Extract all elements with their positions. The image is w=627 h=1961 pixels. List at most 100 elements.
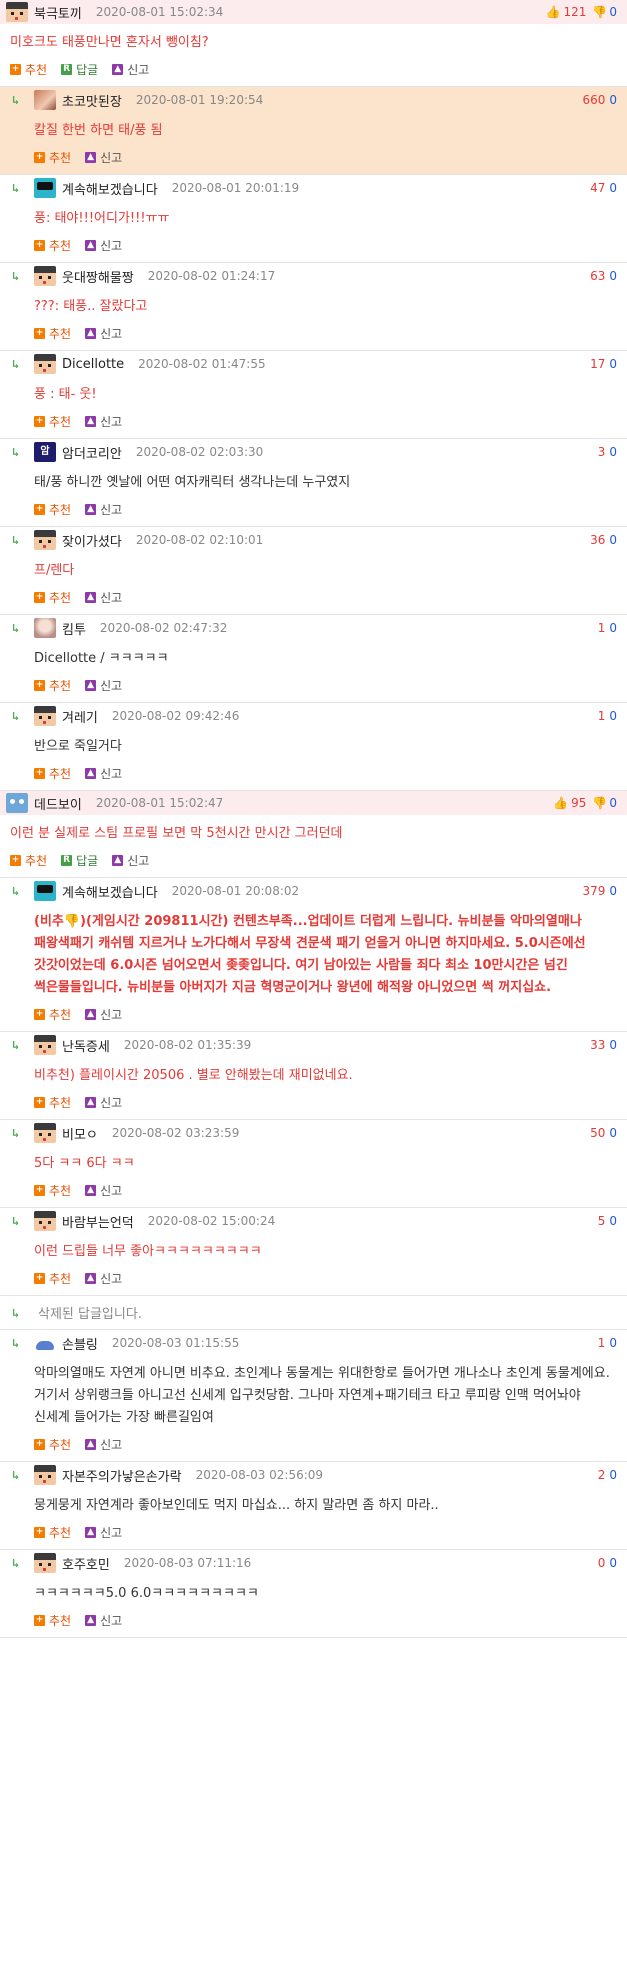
- nickname[interactable]: 잦이가셨다: [62, 531, 122, 550]
- recommend-button[interactable]: + 추천: [34, 677, 71, 694]
- action-label: 신고: [100, 238, 123, 253]
- reply-comment: ↳ Dicellotte 2020-08-02 01:47:55 17 0 풍 : 태- …: [0, 351, 627, 439]
- recommend-button[interactable]: + 추천: [34, 589, 71, 606]
- pixel-avatar[interactable]: [34, 266, 56, 286]
- reply-button[interactable]: R 답글: [61, 852, 98, 869]
- report-button[interactable]: ▲ 신고: [85, 765, 122, 782]
- report-button[interactable]: ▲ 신고: [85, 1436, 122, 1453]
- thumbs-up-icon[interactable]: 👍: [546, 5, 561, 19]
- nickname[interactable]: 웃대짱해물짱: [62, 267, 134, 286]
- pixel-avatar[interactable]: [34, 530, 56, 550]
- nickname[interactable]: 난독증세: [62, 1036, 110, 1055]
- nickname[interactable]: 비모ㅇ: [62, 1124, 98, 1143]
- report-button[interactable]: ▲ 신고: [85, 589, 122, 606]
- nickname[interactable]: 바람부는언덕: [62, 1212, 134, 1231]
- recommend-button[interactable]: + 추천: [34, 1270, 71, 1287]
- timestamp: 2020-08-02 02:47:32: [99, 621, 228, 635]
- downvote-count: 0: [609, 181, 617, 195]
- nickname[interactable]: 계속해보겠습니다: [62, 179, 158, 198]
- report-button[interactable]: ▲ 신고: [85, 1270, 122, 1287]
- nickname[interactable]: 암더코리안: [62, 443, 122, 462]
- report-button[interactable]: ▲ 신고: [85, 413, 122, 430]
- report-button[interactable]: ▲ 신고: [85, 1524, 122, 1541]
- reply-arrow-icon: ↳: [12, 1468, 20, 1482]
- recommend-button[interactable]: + 추천: [34, 1524, 71, 1541]
- pixel-avatar[interactable]: [34, 1553, 56, 1573]
- pixel-avatar[interactable]: [34, 1465, 56, 1485]
- reply-arrow-icon: ↳: [12, 709, 20, 723]
- upvote-count: 36: [590, 533, 606, 547]
- lady-avatar[interactable]: [34, 618, 56, 638]
- pixel-avatar[interactable]: [6, 2, 28, 22]
- dark-avatar[interactable]: 암: [34, 442, 56, 462]
- pixel-avatar[interactable]: [34, 354, 56, 374]
- report-button[interactable]: ▲ 신고: [85, 1612, 122, 1629]
- plus-icon: +: [34, 1008, 45, 1020]
- thumbs-up-icon[interactable]: 👍: [553, 796, 568, 810]
- report-button[interactable]: ▲ 신고: [85, 237, 122, 254]
- report-button[interactable]: ▲ 신고: [85, 1094, 122, 1111]
- recommend-button[interactable]: + 추천: [34, 325, 71, 342]
- pixel-avatar[interactable]: [34, 706, 56, 726]
- nickname[interactable]: 북극토끼: [34, 3, 82, 22]
- report-icon: ▲: [85, 679, 97, 691]
- report-button[interactable]: ▲ 신고: [85, 149, 122, 166]
- nickname[interactable]: 손블링: [62, 1334, 98, 1353]
- recommend-button[interactable]: + 추천: [10, 852, 47, 869]
- girl-avatar[interactable]: [34, 90, 56, 110]
- report-button[interactable]: ▲ 신고: [85, 501, 122, 518]
- recommend-button[interactable]: + 추천: [34, 501, 71, 518]
- action-label: 신고: [100, 1183, 123, 1198]
- nickname[interactable]: 자본주의가낳은손가락: [62, 1466, 182, 1485]
- report-icon: ▲: [85, 1526, 97, 1538]
- pixel-avatar[interactable]: [34, 1123, 56, 1143]
- comment-body: 미호크도 태풍만나면 혼자서 뺑이침?: [10, 35, 209, 50]
- action-label: 추천: [49, 590, 72, 605]
- thumbs-down-icon[interactable]: 👎: [592, 5, 607, 19]
- reply-button[interactable]: R 답글: [61, 61, 98, 78]
- action-label: 추천: [49, 414, 72, 429]
- nickname[interactable]: 계속해보겠습니다: [62, 882, 158, 901]
- report-button[interactable]: ▲ 신고: [112, 852, 149, 869]
- thumbs-down-icon[interactable]: 👎: [592, 796, 607, 810]
- nickname[interactable]: 킴투: [62, 619, 86, 638]
- recommend-button[interactable]: + 추천: [34, 149, 71, 166]
- cyan-avatar[interactable]: [34, 178, 56, 198]
- cloud-avatar[interactable]: [34, 1333, 56, 1353]
- cyan-avatar[interactable]: [34, 881, 56, 901]
- recommend-button[interactable]: + 추천: [34, 1436, 71, 1453]
- recommend-button[interactable]: + 추천: [34, 1006, 71, 1023]
- recommend-button[interactable]: + 추천: [34, 237, 71, 254]
- pixel-avatar[interactable]: [34, 1035, 56, 1055]
- report-button[interactable]: ▲ 신고: [85, 677, 122, 694]
- pixel-avatar[interactable]: [34, 1211, 56, 1231]
- nickname[interactable]: 데드보이: [34, 794, 82, 813]
- nickname[interactable]: 초코맛된장: [62, 91, 122, 110]
- recommend-button[interactable]: + 추천: [34, 1094, 71, 1111]
- report-button[interactable]: ▲ 신고: [85, 1182, 122, 1199]
- recommend-button[interactable]: + 추천: [34, 1612, 71, 1629]
- nickname[interactable]: 겨레기: [62, 707, 98, 726]
- timestamp: 2020-08-01 15:02:47: [95, 796, 224, 810]
- action-label: 신고: [100, 1007, 123, 1022]
- recommend-button[interactable]: + 추천: [34, 413, 71, 430]
- comment-body: (비추👎)(게임시간 209811시간) 컨텐츠부족...업데이트 더럽게 느립…: [34, 914, 586, 995]
- recommend-button[interactable]: + 추천: [10, 61, 47, 78]
- report-button[interactable]: ▲ 신고: [112, 61, 149, 78]
- report-button[interactable]: ▲ 신고: [85, 1006, 122, 1023]
- reply-arrow-icon: ↳: [12, 181, 20, 195]
- top-comment: 북극토끼 2020-08-01 15:02:34 👍 121 👎 0 미호크도 태풍만나면 …: [0, 0, 627, 87]
- recommend-button[interactable]: + 추천: [34, 765, 71, 782]
- nickname[interactable]: 호주호민: [62, 1554, 110, 1573]
- recommend-button[interactable]: + 추천: [34, 1182, 71, 1199]
- report-button[interactable]: ▲ 신고: [85, 325, 122, 342]
- comment-body: ???: 태풍.. 잘랐다고: [34, 299, 148, 314]
- nickname[interactable]: Dicellotte: [62, 357, 124, 372]
- action-label: 추천: [49, 1525, 72, 1540]
- cat-avatar[interactable]: [6, 793, 28, 813]
